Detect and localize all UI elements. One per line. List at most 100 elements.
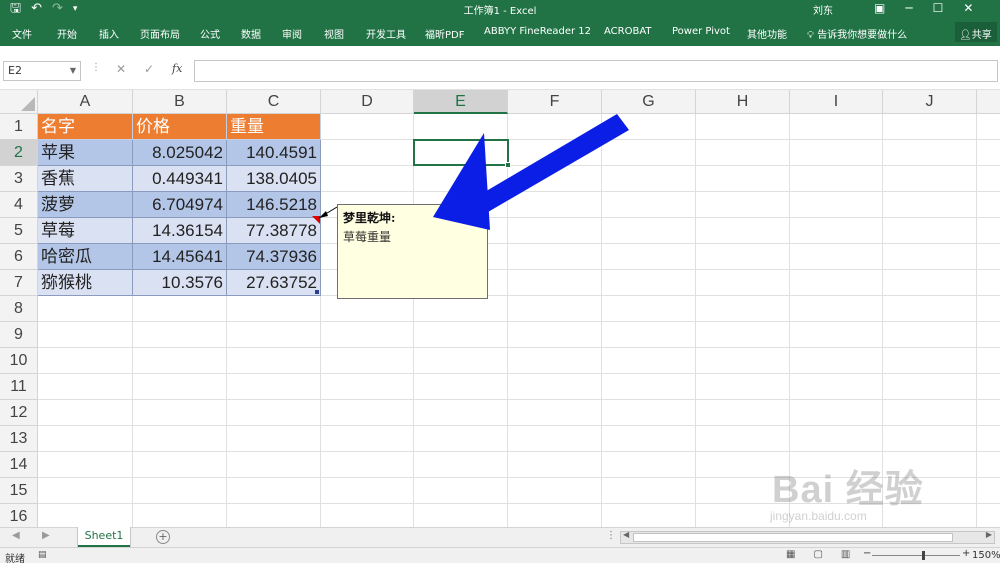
row-header[interactable]: 3 <box>0 166 38 192</box>
sheet-tab[interactable]: Sheet1 <box>78 527 130 547</box>
more-icon: ⋮ <box>606 530 616 541</box>
row-header[interactable]: 10 <box>0 348 38 374</box>
table-cell[interactable]: 27.63752 <box>227 270 321 296</box>
column-header[interactable]: D <box>321 90 414 114</box>
table-cell[interactable]: 10.3576 <box>133 270 227 296</box>
scroll-right-icon[interactable]: ▶ <box>986 530 992 539</box>
zoom-slider-knob[interactable] <box>922 551 925 560</box>
page-break-view-icon[interactable]: ▥ <box>841 549 850 560</box>
fill-handle[interactable] <box>505 162 511 168</box>
table-cell[interactable]: 138.0405 <box>227 166 321 192</box>
row-header[interactable]: 14 <box>0 452 38 478</box>
gridline <box>38 425 1000 426</box>
close-icon[interactable]: ✕ <box>963 0 973 16</box>
tab-abbyy[interactable]: ABBYY FineReader 12 <box>484 26 591 37</box>
column-header[interactable]: J <box>883 90 977 114</box>
tab-review[interactable]: 审阅 <box>282 26 302 41</box>
tab-data[interactable]: 数据 <box>241 26 261 41</box>
table-cell[interactable]: 哈密瓜 <box>38 244 133 270</box>
zoom-level[interactable]: 150% <box>972 550 1000 561</box>
table-cell[interactable]: 猕猴桃 <box>38 270 133 296</box>
macro-record-icon[interactable]: ▤ <box>38 550 47 560</box>
tab-insert[interactable]: 插入 <box>99 26 119 41</box>
column-header[interactable]: E <box>414 90 508 114</box>
share-button[interactable]: 👤︎共享 <box>955 22 997 42</box>
scroll-left-icon[interactable]: ◀ <box>623 530 629 539</box>
active-cell-selection[interactable] <box>413 139 511 168</box>
row-header[interactable]: 11 <box>0 374 38 400</box>
normal-view-icon[interactable]: ▦ <box>786 549 795 560</box>
next-sheet-icon[interactable]: ▶ <box>42 530 50 541</box>
formula-input[interactable] <box>194 60 998 82</box>
row-header[interactable]: 9 <box>0 322 38 348</box>
table-cell[interactable]: 74.37936 <box>227 244 321 270</box>
table-cell[interactable]: 14.45641 <box>133 244 227 270</box>
scrollbar-thumb[interactable] <box>633 533 953 542</box>
horizontal-scrollbar[interactable]: ◀ ▶ <box>620 530 995 544</box>
comment-box[interactable]: 梦里乾坤: 草莓重量 <box>337 204 488 299</box>
tab-file[interactable]: 文件 <box>12 26 32 41</box>
table-cell[interactable]: 77.38778 <box>227 218 321 244</box>
table-header-cell[interactable]: 名字 <box>38 114 133 140</box>
zoom-in-icon[interactable]: + <box>962 548 970 559</box>
tab-formulas[interactable]: 公式 <box>200 26 220 41</box>
row-header[interactable]: 2 <box>0 140 38 166</box>
column-header[interactable]: A <box>38 90 133 114</box>
table-cell[interactable]: 140.4591 <box>227 140 321 166</box>
table-cell[interactable]: 8.025042 <box>133 140 227 166</box>
column-header[interactable]: F <box>508 90 602 114</box>
tab-view[interactable]: 视图 <box>324 26 344 41</box>
table-cell[interactable]: 菠萝 <box>38 192 133 218</box>
table-header-cell[interactable]: 重量 <box>227 114 321 140</box>
cancel-icon[interactable]: ✕ <box>116 62 126 76</box>
row-header[interactable]: 6 <box>0 244 38 270</box>
table-resize-handle[interactable] <box>315 290 319 294</box>
minimize-icon[interactable]: ─ <box>905 0 912 16</box>
row-header[interactable]: 13 <box>0 426 38 452</box>
row-header[interactable]: 8 <box>0 296 38 322</box>
chevron-down-icon[interactable]: ▼ <box>70 62 76 80</box>
user-name[interactable]: 刘东 <box>813 2 833 17</box>
page-layout-view-icon[interactable]: ▢ <box>813 549 822 560</box>
tab-developer[interactable]: 开发工具 <box>366 26 406 41</box>
zoom-out-icon[interactable]: − <box>863 548 871 559</box>
select-all-button[interactable] <box>0 90 38 114</box>
row-header[interactable]: 16 <box>0 504 38 527</box>
column-header[interactable]: I <box>790 90 883 114</box>
tab-other[interactable]: 其他功能 <box>747 26 787 41</box>
tab-foxit-pdf[interactable]: 福昕PDF <box>425 26 464 41</box>
table-cell[interactable]: 146.5218 <box>227 192 321 218</box>
row-header[interactable]: 12 <box>0 400 38 426</box>
column-header[interactable]: B <box>133 90 227 114</box>
table-cell[interactable]: 14.36154 <box>133 218 227 244</box>
comment-indicator[interactable] <box>312 216 320 224</box>
table-cell[interactable]: 6.704974 <box>133 192 227 218</box>
ribbon-display-options-icon[interactable]: ▣ <box>874 0 885 16</box>
row-header[interactable]: 4 <box>0 192 38 218</box>
add-sheet-icon[interactable]: + <box>156 530 170 544</box>
column-header[interactable]: G <box>602 90 696 114</box>
table-cell[interactable]: 0.449341 <box>133 166 227 192</box>
insert-function-icon[interactable]: fx <box>172 62 182 75</box>
tab-acrobat[interactable]: ACROBAT <box>604 26 652 37</box>
table-cell[interactable]: 苹果 <box>38 140 133 166</box>
prev-sheet-icon[interactable]: ◀ <box>12 530 20 541</box>
tell-me-box[interactable]: 💡︎ 告诉我你想要做什么 <box>807 26 907 41</box>
formula-bar: E2 ▼ ⋮ ✕ ✓ fx <box>0 46 1000 90</box>
tab-power-pivot[interactable]: Power Pivot <box>672 26 730 37</box>
zoom-slider[interactable] <box>872 551 960 560</box>
column-header[interactable]: C <box>227 90 321 114</box>
enter-icon[interactable]: ✓ <box>144 62 154 76</box>
row-header[interactable]: 7 <box>0 270 38 296</box>
table-cell[interactable]: 草莓 <box>38 218 133 244</box>
row-header[interactable]: 1 <box>0 114 38 140</box>
row-header[interactable]: 5 <box>0 218 38 244</box>
tab-home[interactable]: 开始 <box>57 26 77 41</box>
table-header-cell[interactable]: 价格 <box>133 114 227 140</box>
column-header[interactable]: H <box>696 90 790 114</box>
table-cell[interactable]: 香蕉 <box>38 166 133 192</box>
name-box[interactable]: E2 ▼ <box>3 61 81 81</box>
maximize-icon[interactable]: ☐ <box>933 0 944 16</box>
row-header[interactable]: 15 <box>0 478 38 504</box>
tab-page-layout[interactable]: 页面布局 <box>140 26 180 41</box>
